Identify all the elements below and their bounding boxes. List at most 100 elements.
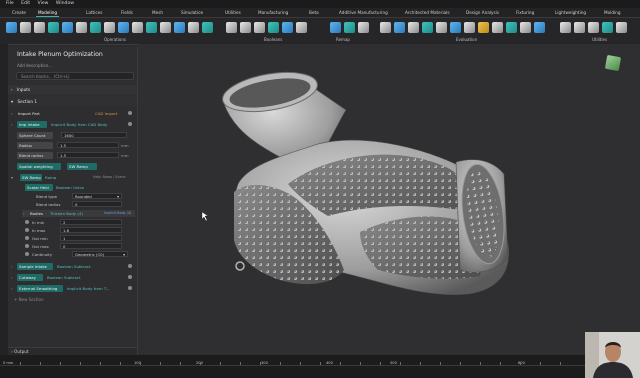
block-sw-ramp[interactable]: ▾ SW Ramp Ramp Help: Ramp / Scene xyxy=(11,174,135,181)
block-cutaway[interactable]: › Cutaway Boolean Subtract xyxy=(11,274,135,281)
tab-simulation[interactable]: Simulation xyxy=(181,8,203,17)
fillet-icon[interactable] xyxy=(146,22,157,33)
thicken-icon[interactable] xyxy=(104,22,115,33)
blend-radius-field[interactable]: 1.5 xyxy=(57,152,119,158)
tab-modeling[interactable]: Modeling xyxy=(35,8,60,17)
inspect-icon[interactable] xyxy=(492,22,503,33)
link-icon[interactable] xyxy=(25,252,29,256)
in-max-field[interactable]: 1.6 xyxy=(60,227,122,233)
more-icon[interactable] xyxy=(616,22,627,33)
tab-design-analysis[interactable]: Design Analysis xyxy=(466,8,499,17)
distance-icon[interactable] xyxy=(408,22,419,33)
menu-view[interactable]: View xyxy=(38,0,49,8)
sphere-icon[interactable] xyxy=(34,22,45,33)
tab-mesh[interactable]: Mesh xyxy=(152,8,163,17)
tab-lightweighting[interactable]: Lightweighting xyxy=(555,8,586,17)
block-import-part[interactable]: › Import Part CAD Import xyxy=(11,110,135,117)
tab-create[interactable]: Create xyxy=(12,8,26,17)
tab-fixturing[interactable]: Fixturing xyxy=(516,8,534,17)
tab-lattices[interactable]: Lattices xyxy=(86,8,102,17)
tab-additive-manufacturing[interactable]: Additive Manufacturing xyxy=(339,8,388,17)
block-search-input[interactable]: Search blocks... (Ctrl+L) xyxy=(16,72,134,80)
tab-molding[interactable]: Molding xyxy=(604,8,620,17)
tab-fields[interactable]: Fields xyxy=(121,8,133,17)
warp-icon[interactable] xyxy=(344,22,355,33)
field-icon[interactable] xyxy=(506,22,517,33)
group-booleans-label[interactable]: Booleans xyxy=(264,37,282,42)
out-max-field[interactable]: 0 xyxy=(60,243,122,249)
notebook-title[interactable]: Intake Plenum Optimization xyxy=(17,51,103,58)
shell-icon[interactable] xyxy=(90,22,101,33)
new-section-button[interactable]: + New Section xyxy=(14,297,43,302)
group-evaluation-label[interactable]: Evaluation xyxy=(456,37,477,42)
scalar-field-value[interactable]: Boolean Union xyxy=(56,184,84,191)
import-icon[interactable] xyxy=(6,22,17,33)
radius-field[interactable]: 1.5 xyxy=(57,142,119,148)
warning-icon[interactable] xyxy=(478,22,489,33)
measure-icon[interactable] xyxy=(380,22,391,33)
block-external-smoothing[interactable]: › External Smoothing Implicit Body from … xyxy=(11,285,135,292)
info-icon[interactable] xyxy=(128,111,132,115)
cube-icon[interactable] xyxy=(20,22,31,33)
inputs-header[interactable]: › Inputs xyxy=(8,85,137,94)
group-remap-label[interactable]: Remap xyxy=(336,37,350,42)
split-icon[interactable] xyxy=(268,22,279,33)
intersect-icon[interactable] xyxy=(254,22,265,33)
extrude-icon[interactable] xyxy=(160,22,171,33)
sphere-count-field[interactable]: 1600 xyxy=(61,132,127,138)
in-min-field[interactable]: 2 xyxy=(60,219,122,225)
volume-icon[interactable] xyxy=(422,22,433,33)
probe-icon[interactable] xyxy=(520,22,531,33)
info-icon[interactable] xyxy=(128,286,132,290)
combine-icon[interactable] xyxy=(282,22,293,33)
area-icon[interactable] xyxy=(464,22,475,33)
info-icon[interactable] xyxy=(128,275,132,279)
tab-utilities[interactable]: Utilities xyxy=(225,8,241,17)
block-sample-intake[interactable]: › Sample Intake Boolean Subtract xyxy=(11,263,135,270)
revolve-icon[interactable] xyxy=(174,22,185,33)
export-icon[interactable] xyxy=(574,22,585,33)
transform-icon[interactable] xyxy=(358,22,369,33)
continuity-select[interactable]: Geometric (C0) xyxy=(72,251,128,257)
notebook-description[interactable]: Add description... xyxy=(17,63,52,68)
smooth-icon[interactable] xyxy=(132,22,143,33)
union-icon[interactable] xyxy=(226,22,237,33)
cylinder-icon[interactable] xyxy=(48,22,59,33)
chart-icon[interactable] xyxy=(534,22,545,33)
group-utilities-label[interactable]: Utilities xyxy=(592,37,607,42)
intake-model[interactable] xyxy=(138,44,640,355)
out-min-field[interactable]: 1 xyxy=(60,235,122,241)
menu-window[interactable]: Window xyxy=(56,0,74,8)
torus-icon[interactable] xyxy=(62,22,73,33)
link-icon[interactable] xyxy=(25,244,29,248)
menu-file[interactable]: File xyxy=(6,0,14,8)
blend-radius-2-field[interactable]: 0 xyxy=(72,201,122,207)
cone-icon[interactable] xyxy=(76,22,87,33)
remap-icon[interactable] xyxy=(330,22,341,33)
link-icon[interactable] xyxy=(25,236,29,240)
thickness-icon[interactable] xyxy=(450,22,461,33)
tab-architected-materials[interactable]: Architected Materials xyxy=(405,8,450,17)
tab-manufacturing[interactable]: Manufacturing xyxy=(258,8,288,17)
link-icon[interactable] xyxy=(25,220,29,224)
settings-icon[interactable] xyxy=(560,22,571,33)
curvature-icon[interactable] xyxy=(436,22,447,33)
block-sw-ramp-help[interactable]: Help: Ramp / Scene xyxy=(93,174,125,181)
link-icon[interactable] xyxy=(25,228,29,232)
loft-icon[interactable] xyxy=(202,22,213,33)
sweep-icon[interactable] xyxy=(188,22,199,33)
script-icon[interactable] xyxy=(588,22,599,33)
block-imp-intake[interactable]: › Imp Intake Implicit Body from CAD Body xyxy=(11,121,135,128)
viewport-3d[interactable] xyxy=(138,44,640,355)
section-icon[interactable] xyxy=(394,22,405,33)
group-operations-label[interactable]: Operations xyxy=(104,37,126,42)
offset-icon[interactable] xyxy=(118,22,129,33)
spatial-weighting-ref[interactable]: SW Ramp xyxy=(67,163,97,170)
variable-icon[interactable] xyxy=(602,22,613,33)
tab-beta[interactable]: Beta xyxy=(309,8,319,17)
menu-edit[interactable]: Edit xyxy=(21,0,30,8)
section-header[interactable]: ▾ Section 1 xyxy=(8,97,137,106)
subtract-icon[interactable] xyxy=(240,22,251,33)
merge-icon[interactable] xyxy=(296,22,307,33)
param-bodies[interactable]: › Bodies Thicken Body (4) Implicit Body … xyxy=(22,210,135,217)
